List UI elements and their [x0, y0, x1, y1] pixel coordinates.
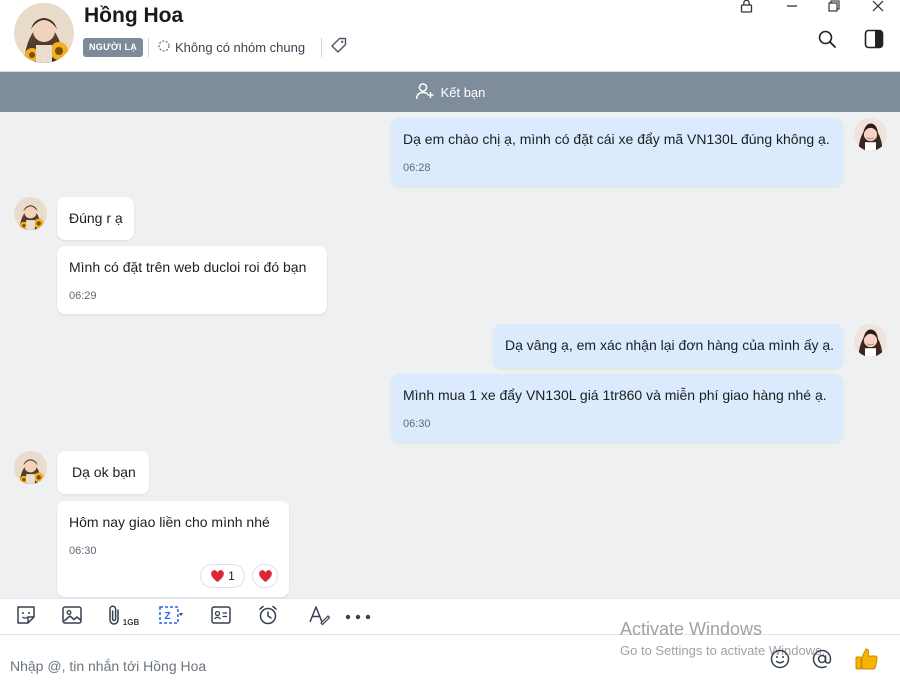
search-button[interactable]: [815, 29, 839, 53]
heart-icon: [258, 569, 273, 584]
message-text: Dạ ok bạn: [72, 464, 136, 480]
message-bubble[interactable]: Mình mua 1 xe đẩy VN130L giá 1tr860 và m…: [391, 374, 843, 442]
search-icon: [817, 29, 837, 54]
message-text: Hôm nay giao liền cho mình nhé: [69, 514, 270, 530]
my-avatar[interactable]: [854, 118, 887, 151]
heart-icon: [210, 569, 225, 584]
message-time: 06:28: [403, 162, 431, 174]
message-text: Đúng r ạ: [69, 210, 123, 226]
sticker-icon: [15, 604, 37, 631]
emoji-icon: [769, 648, 791, 675]
format-text-icon: [308, 604, 331, 631]
message-bubble[interactable]: Dạ vâng ạ, em xác nhận lại đơn hàng của …: [493, 324, 843, 368]
react-button[interactable]: [252, 564, 278, 588]
message-time: 06:30: [69, 545, 97, 557]
minimize-icon: [786, 0, 798, 17]
composer-toolbar: 1GB Z: [0, 598, 900, 635]
contact-card-button[interactable]: [209, 605, 233, 629]
tag-icon: [330, 37, 347, 59]
message-bubble[interactable]: Dạ em chào chị ạ, mình có đặt cái xe đẩy…: [391, 118, 843, 186]
mutual-groups-label: Không có nhóm chung: [175, 40, 306, 55]
lock-button[interactable]: [734, 0, 758, 16]
file-size-limit-label: 1GB: [122, 617, 140, 627]
minimize-button[interactable]: [780, 0, 804, 16]
more-icon: [345, 608, 371, 626]
message-bubble[interactable]: Đúng r ạ: [57, 197, 134, 240]
contact-name[interactable]: Hồng Hoa: [84, 4, 183, 28]
loading-icon: [157, 39, 171, 56]
image-icon: [61, 604, 83, 631]
like-icon: [854, 646, 880, 677]
like-button[interactable]: [853, 647, 881, 675]
more-options-button[interactable]: [345, 605, 371, 629]
message-composer: [0, 635, 900, 688]
mention-icon: [811, 648, 833, 675]
divider: [148, 38, 149, 57]
close-icon: [872, 0, 884, 17]
sidebar-toggle-icon: [864, 29, 884, 54]
attach-file-button[interactable]: 1GB: [106, 605, 140, 629]
attach-icon: [107, 604, 123, 631]
reminder-icon: [257, 604, 279, 631]
message-bubble[interactable]: Hôm nay giao liền cho mình nhé 06:30 1: [57, 501, 289, 597]
emoji-button[interactable]: [767, 647, 793, 675]
message-text: Dạ vâng ạ, em xác nhận lại đơn hàng của …: [505, 337, 835, 353]
stranger-badge: NGƯỜI LẠ: [83, 38, 144, 57]
message-input[interactable]: [10, 655, 590, 677]
restore-icon: [828, 0, 840, 17]
mutual-groups-info[interactable]: Không có nhóm chung: [157, 38, 305, 57]
contact-avatar[interactable]: [14, 451, 47, 484]
message-time: 06:29: [69, 290, 97, 302]
add-friend-label: Kết bạn: [440, 84, 486, 100]
chat-header: Hồng Hoa NGƯỜI LẠ Không có nhóm chung: [0, 0, 900, 72]
add-friend-button[interactable]: Kết bạn: [0, 72, 900, 112]
contact-avatar[interactable]: [14, 3, 74, 63]
close-button[interactable]: [866, 0, 890, 16]
screenshot-button[interactable]: Z: [152, 605, 190, 629]
add-friend-icon: [415, 82, 435, 103]
message-bubble[interactable]: Mình có đặt trên web ducloi roi đó bạn 0…: [57, 246, 327, 314]
message-time: 06:30: [403, 418, 431, 430]
lock-icon: [740, 0, 753, 18]
contact-avatar[interactable]: [14, 197, 47, 230]
sidebar-toggle-button[interactable]: [862, 29, 886, 53]
reaction-summary[interactable]: 1: [200, 564, 245, 588]
contact-card-icon: [210, 604, 232, 631]
reaction-count: 1: [228, 569, 235, 583]
message-text: Mình mua 1 xe đẩy VN130L giá 1tr860 và m…: [403, 387, 827, 403]
image-button[interactable]: [60, 605, 84, 629]
tag-button[interactable]: [329, 37, 348, 59]
message-bubble[interactable]: Dạ ok bạn: [57, 451, 149, 494]
message-text: Mình có đặt trên web ducloi roi đó bạn: [69, 259, 307, 275]
screenshot-icon: Z: [158, 604, 184, 631]
message-list[interactable]: Dạ em chào chị ạ, mình có đặt cái xe đẩy…: [0, 112, 900, 598]
mention-button[interactable]: [809, 647, 835, 675]
reminder-button[interactable]: [256, 605, 280, 629]
restore-button[interactable]: [822, 0, 846, 16]
sticker-button[interactable]: [14, 605, 38, 629]
divider: [321, 38, 322, 57]
svg-text:Z: Z: [165, 611, 171, 622]
format-text-button[interactable]: [307, 605, 331, 629]
my-avatar[interactable]: [854, 324, 887, 357]
message-text: Dạ em chào chị ạ, mình có đặt cái xe đẩy…: [403, 131, 830, 147]
